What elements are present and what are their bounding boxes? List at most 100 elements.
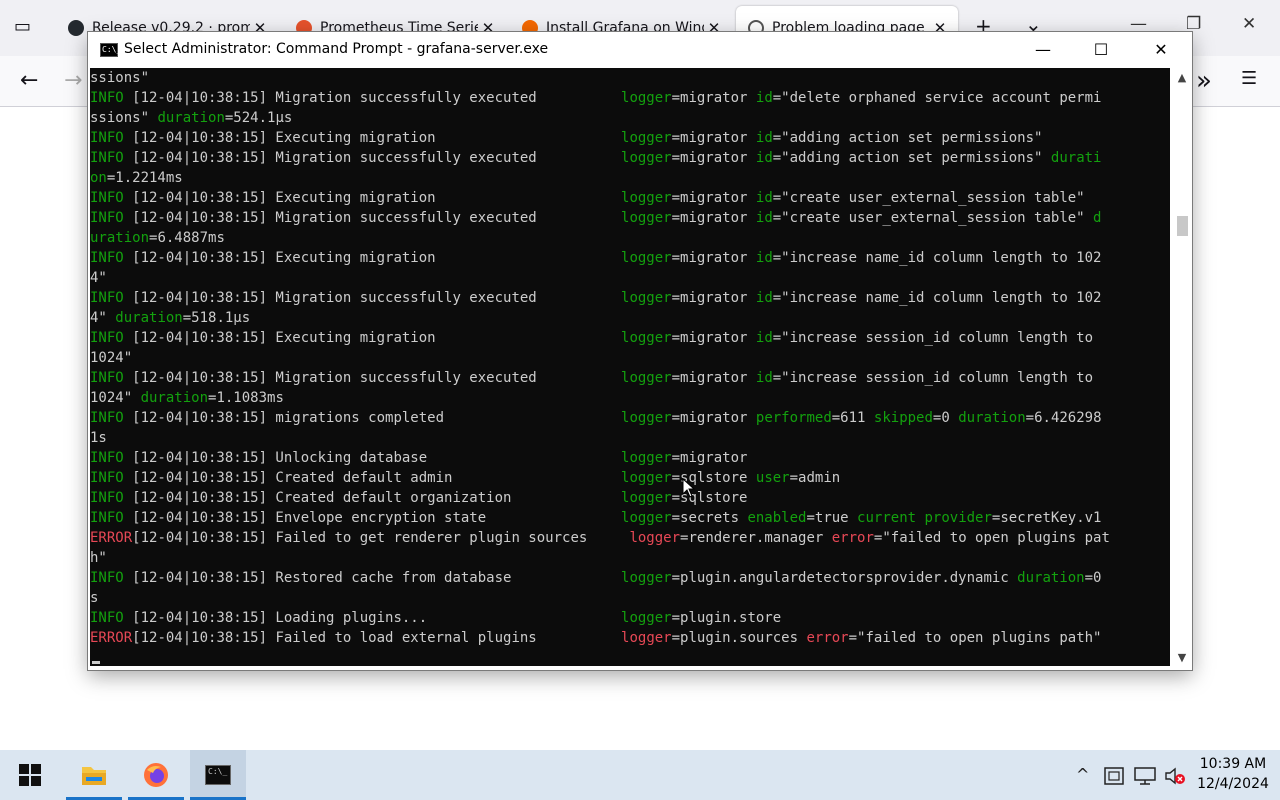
taskbar-file-explorer[interactable] [66, 750, 122, 800]
show-hidden-icons-button[interactable]: ^ [1076, 750, 1089, 800]
console-line: INFO [12-04|10:38:15] Loading plugins...… [90, 608, 781, 628]
log-text: ="adding action set permissions" [772, 130, 1043, 146]
log-level-info: INFO [90, 210, 124, 226]
log-text: [12-04|10:38:15] Failed to get renderer … [132, 530, 630, 546]
log-text: =secretKey.v1 [991, 510, 1102, 526]
clock-time: 10:39 AM [1199, 756, 1267, 772]
console-line: ssions" [90, 68, 149, 88]
log-key: duration [115, 310, 183, 326]
start-button[interactable] [2, 750, 58, 800]
log-text: [12-04|10:38:15] Executing migration [123, 130, 622, 146]
log-level-info: INFO [90, 330, 124, 346]
log-text: [12-04|10:38:15] Executing migration [123, 250, 622, 266]
console-line: INFO [12-04|10:38:15] Executing migratio… [90, 188, 1085, 208]
log-text: =0 [1084, 570, 1102, 586]
log-text: [12-04|10:38:15] migrations completed [123, 410, 622, 426]
log-key: logger [621, 290, 672, 306]
browser-restore-button[interactable]: ❐ [1186, 14, 1201, 34]
log-key: id [755, 130, 773, 146]
log-text: =plugin.store [671, 610, 782, 626]
log-key: error [831, 530, 874, 546]
console-line: ERROR[12-04|10:38:15] Failed to load ext… [90, 628, 1102, 648]
ime-icon[interactable] [1104, 750, 1124, 800]
log-text: s [90, 590, 99, 606]
more-tools-button[interactable]: » [1196, 66, 1212, 96]
log-key: id [755, 150, 773, 166]
window-title-bar[interactable]: C:\_ Select Administrator: Command Promp… [88, 32, 1192, 68]
log-key: id [755, 190, 773, 206]
log-text: [12-04|10:38:15] Created default admin [123, 470, 622, 486]
log-key: logger [621, 450, 672, 466]
log-text: =6.4887ms [149, 230, 225, 246]
log-text: h" [90, 550, 107, 566]
log-text: ="failed to open plugins pat [873, 530, 1110, 546]
log-text: =0 [932, 410, 959, 426]
system-clock[interactable]: 10:39 AM 12/4/2024 [1192, 754, 1274, 794]
log-key: logger [621, 210, 672, 226]
close-button[interactable]: ✕ [1138, 36, 1184, 64]
log-key: skipped [873, 410, 933, 426]
console-output[interactable]: ssions" INFO [12-04|10:38:15] Migration s… [90, 68, 1170, 666]
maximize-button[interactable]: ☐ [1078, 36, 1124, 64]
volume-muted-icon[interactable] [1164, 750, 1186, 800]
console-line: INFO [12-04|10:38:15] Unlocking database… [90, 448, 747, 468]
log-level-info: INFO [90, 490, 124, 506]
console-line: INFO [12-04|10:38:15] migrations complet… [90, 408, 1102, 428]
log-text: [12-04|10:38:15] Unlocking database [123, 450, 622, 466]
log-text: ="increase session_id column length to [772, 370, 1094, 386]
log-key: logger [621, 630, 672, 646]
log-text: ssions" [90, 70, 150, 86]
log-text: =renderer.manager [680, 530, 832, 546]
taskbar: C:\_ ^ 10:39 AM 12/4/2024 [0, 750, 1280, 800]
log-key: logger [621, 90, 672, 106]
log-text: =migrator [671, 410, 756, 426]
tab-groups-icon[interactable]: ▭ [14, 16, 31, 37]
speaker-muted-icon [1165, 767, 1185, 784]
console-line: INFO [12-04|10:38:15] Created default ad… [90, 468, 840, 488]
forward-button[interactable]: → [64, 68, 82, 93]
log-level-info: INFO [90, 450, 124, 466]
scroll-thumb[interactable] [1177, 216, 1188, 236]
scroll-down-button[interactable]: ▼ [1172, 648, 1192, 668]
log-text: ="delete orphaned service account permi [772, 90, 1102, 106]
console-line: 1s [90, 428, 107, 448]
taskbar-firefox[interactable] [128, 750, 184, 800]
minimize-button[interactable]: — [1020, 36, 1066, 64]
console-line: INFO [12-04|10:38:15] Migration successf… [90, 288, 1101, 308]
log-text: [12-04|10:38:15] Failed to load external… [132, 630, 622, 646]
log-text: =true [806, 510, 858, 526]
log-key: logger [621, 370, 672, 386]
log-text: =migrator [671, 190, 756, 206]
browser-minimize-button[interactable]: — [1130, 14, 1147, 34]
log-text: ="increase name_id column length to 102 [772, 290, 1102, 306]
log-level-info: INFO [90, 470, 124, 486]
log-level-info: INFO [90, 570, 124, 586]
log-text: [12-04|10:38:15] Restored cache from dat… [123, 570, 622, 586]
log-level-error: ERROR [90, 530, 133, 546]
log-key: id [755, 250, 773, 266]
scroll-up-button[interactable]: ▲ [1172, 68, 1192, 88]
network-icon[interactable] [1134, 750, 1156, 800]
log-text: =plugin.angulardetectorsprovider.dynamic [671, 570, 1018, 586]
back-button[interactable]: ← [20, 68, 38, 93]
log-key: d [1093, 210, 1102, 226]
log-text: ="increase name_id column length to 102 [772, 250, 1102, 266]
log-text: 4" [90, 270, 107, 286]
log-key: logger [621, 510, 672, 526]
log-text: 1s [90, 430, 107, 446]
taskbar-command-prompt[interactable]: C:\_ [190, 750, 246, 800]
command-prompt-window[interactable]: C:\_ Select Administrator: Command Promp… [88, 32, 1192, 670]
log-key: logger [621, 130, 672, 146]
log-text: 1024" [90, 350, 133, 366]
browser-close-button[interactable]: ✕ [1242, 14, 1256, 34]
log-text: =migrator [671, 290, 756, 306]
vertical-scrollbar[interactable]: ▲ ▼ [1172, 68, 1192, 668]
log-text: [12-04|10:38:15] Migration successfully … [123, 90, 622, 106]
log-key: logger [621, 330, 672, 346]
menu-button[interactable]: ☰ [1241, 68, 1257, 89]
log-text: =migrator [671, 450, 748, 466]
log-key: logger [621, 150, 672, 166]
log-level-info: INFO [90, 410, 124, 426]
mouse-pointer-icon [682, 478, 696, 498]
log-key: id [755, 90, 773, 106]
